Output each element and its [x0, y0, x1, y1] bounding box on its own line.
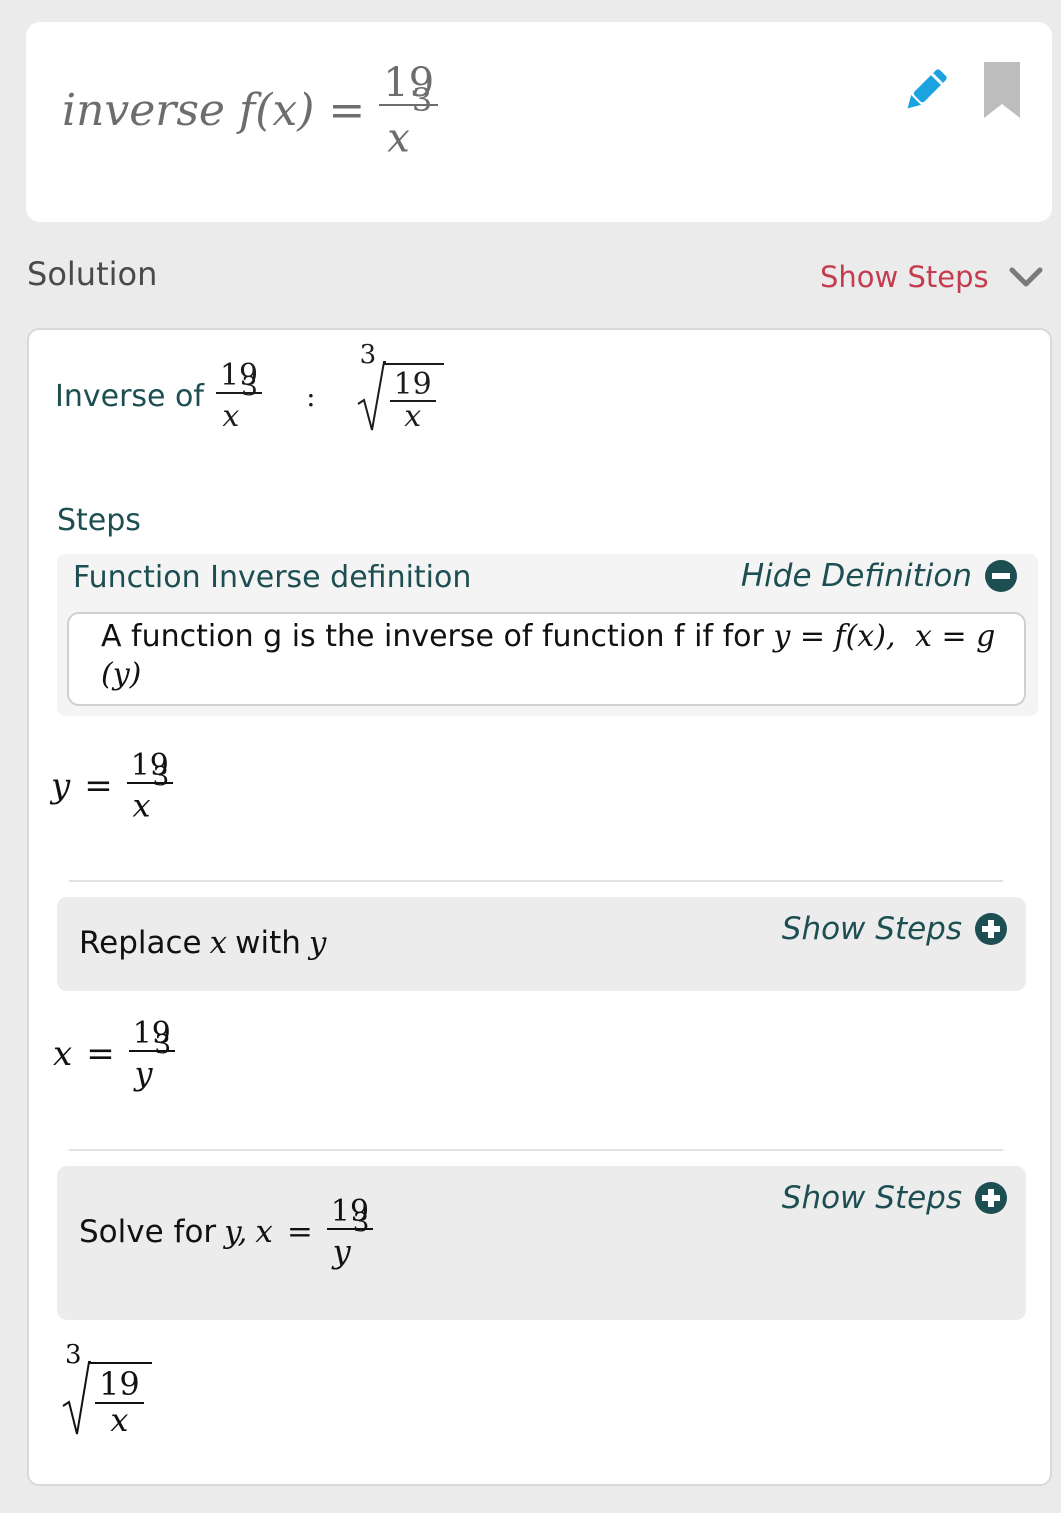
definition-math-3: (y) [101, 657, 142, 692]
definition-text: A function g is the inverse of function … [101, 619, 764, 654]
definition-title: Function Inverse definition [73, 560, 472, 595]
inverse-colon: : [306, 379, 316, 413]
query-expression: inverse f(x) = 19 x3 [62, 62, 439, 162]
equation-1: y = 19 x3 [51, 750, 173, 821]
plus-circle-icon [975, 913, 1007, 945]
definition-box: Function Inverse definition Hide Definit… [57, 554, 1038, 716]
inverse-denominator: x3 [222, 371, 258, 434]
final-cube-root: 3 19 x [61, 1340, 152, 1436]
root-denominator: x [404, 399, 422, 434]
query-equals: = [328, 84, 366, 136]
inverse-result-row: Inverse of 19 x3 : 3 19 x [55, 340, 444, 434]
definition-content: A function g is the inverse of function … [67, 612, 1026, 706]
definition-math-1: y = f(x), [773, 619, 896, 654]
equation-2: x = 19 y3 [53, 1018, 175, 1089]
bookmark-icon[interactable] [984, 62, 1020, 118]
step-solve-text: Solve for y, x = 19 y3 [79, 1196, 374, 1267]
root-numerator: 19 [389, 368, 436, 402]
inverse-fraction: 19 x3 [215, 360, 263, 434]
query-fraction: 19 x3 [379, 62, 439, 162]
solution-label: Solution [27, 255, 158, 293]
query-card: inverse f(x) = 19 x3 [26, 22, 1052, 222]
show-steps-replace-button[interactable]: Show Steps [782, 911, 1008, 947]
step-solve-box[interactable]: Solve for y, x = 19 y3 Show Steps [57, 1166, 1026, 1320]
hide-definition-label: Hide Definition [740, 558, 972, 594]
root-fraction: 19 x [389, 368, 436, 434]
definition-math-2: x = g [915, 619, 996, 654]
chevron-down-icon [1009, 267, 1043, 287]
query-denominator: x3 [387, 81, 433, 162]
step-replace-box[interactable]: Replace x with y Show Steps [57, 897, 1026, 991]
divider [69, 1149, 1003, 1151]
step-replace-text: Replace x with y [79, 925, 327, 961]
steps-label: Steps [57, 503, 141, 538]
solution-card: Inverse of 19 x3 : 3 19 x Steps Function… [27, 328, 1052, 1486]
radical-sign-icon [357, 361, 386, 431]
minus-circle-icon [985, 560, 1017, 592]
query-function: f(x) [238, 84, 315, 136]
plus-circle-icon [975, 1182, 1007, 1214]
radical-sign-icon [62, 1361, 91, 1435]
pencil-icon[interactable] [900, 64, 952, 116]
divider [69, 880, 1003, 882]
hide-definition-button[interactable]: Hide Definition [741, 558, 1018, 594]
query-prefix: inverse [62, 84, 225, 136]
show-steps-label: Show Steps [820, 260, 989, 294]
final-denominator: x [110, 1401, 129, 1439]
final-numerator: 19 [95, 1368, 144, 1404]
final-fraction: 19 x [95, 1368, 144, 1436]
show-steps-button[interactable]: Show Steps [820, 260, 1043, 294]
show-steps-solve-button[interactable]: Show Steps [782, 1180, 1008, 1216]
inverse-cube-root: 3 19 x [356, 340, 444, 434]
inverse-of-label: Inverse of [55, 378, 204, 414]
